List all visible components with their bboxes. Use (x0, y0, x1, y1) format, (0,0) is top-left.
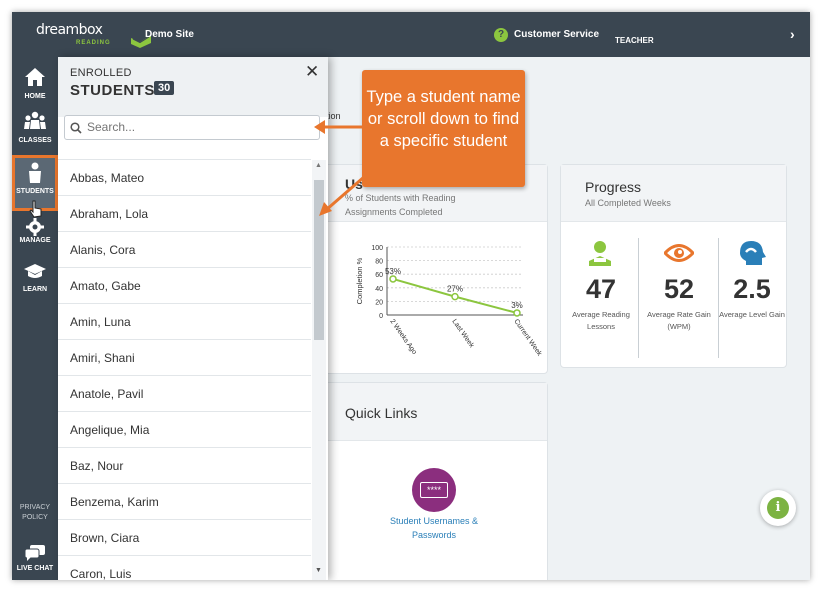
search-input[interactable] (87, 120, 307, 134)
scroll-down-arrow-icon[interactable]: ▼ (315, 567, 322, 574)
app-window: dreambox READING Demo Site ? Customer Se… (12, 12, 810, 580)
student-search[interactable] (64, 115, 320, 140)
stat-label: Average Level Gain (719, 310, 785, 319)
gear-icon (26, 218, 44, 236)
student-usernames-link[interactable]: Student Usernames & Passwords (384, 514, 484, 542)
site-name: Demo Site (145, 29, 194, 40)
student-list-item[interactable]: Brown, Ciara (58, 520, 311, 556)
stat-label: Average Reading Lessons (572, 310, 630, 331)
student-list-item[interactable]: Amiri, Shani (58, 340, 311, 376)
x-tick-label: 2 Weeks Ago (388, 318, 417, 356)
graduation-cap-icon (24, 264, 46, 278)
student-list-item[interactable]: Anatole, Pavil (58, 376, 311, 412)
nav-students-label: STUDENTS (16, 188, 54, 195)
drawer-header: ENROLLED STUDENTS 30 ✕ (58, 57, 328, 117)
y-tick-label: 100 (371, 245, 383, 252)
student-icon (29, 162, 41, 183)
chat-icon[interactable] (24, 544, 46, 562)
y-tick-label: 20 (375, 299, 383, 306)
classes-icon (24, 111, 46, 129)
brand-name: dreambox (36, 22, 103, 38)
data-label: 3% (511, 301, 523, 310)
callout-text: Type a student name or scroll down to fi… (366, 88, 521, 150)
tutorial-callout: Type a student name or scroll down to fi… (362, 70, 525, 187)
students-title: STUDENTS (70, 82, 155, 99)
live-chat-label[interactable]: LIVE CHAT (12, 565, 58, 572)
data-point (389, 275, 397, 283)
student-list-item[interactable]: Baz, Nour (58, 448, 311, 484)
password-icon[interactable]: **** (412, 468, 456, 512)
y-tick-label: 40 (375, 286, 383, 293)
data-point (513, 309, 521, 317)
students-drawer: ENROLLED STUDENTS 30 ✕ Abbas, MateoAbrah… (58, 57, 328, 580)
y-axis-label: Completion % (355, 257, 364, 304)
x-tick-label: Last Week (450, 318, 475, 349)
x-tick-label: Current Week (512, 318, 543, 358)
progress-subtitle: All Completed Weeks (585, 198, 671, 208)
reader-icon (589, 241, 611, 266)
nav-classes[interactable]: CLASSES (12, 107, 58, 151)
callout-arrows (314, 120, 365, 216)
stat-label: Average Rate Gain (WPM) (647, 310, 711, 331)
nav-manage-label: MANAGE (19, 237, 51, 244)
nav-home-label: HOME (24, 93, 46, 100)
data-label: 53% (385, 267, 401, 276)
info-button[interactable]: i (760, 490, 796, 526)
student-list-item[interactable]: Abraham, Lola (58, 196, 311, 232)
user-role[interactable]: TEACHER (615, 36, 654, 45)
usage-line-chart: 0 20 40 60 80 100 Completion % 2 Weeks Ago Last … (355, 245, 543, 358)
brand-sub: READING (76, 40, 111, 46)
stat-reading-lessons: 47 Average Reading Lessons (568, 274, 634, 333)
stat-value: 2.5 (733, 274, 771, 304)
chevron-right-icon[interactable]: › (790, 26, 795, 42)
enrolled-label: ENROLLED (70, 67, 132, 79)
student-list-item[interactable]: Benzema, Karim (58, 484, 311, 520)
privacy-policy-link[interactable]: PRIVACY POLICY (12, 503, 58, 523)
y-tick-label: 60 (375, 272, 383, 279)
search-icon (70, 122, 82, 134)
nav-manage[interactable]: MANAGE (12, 215, 58, 259)
student-list-item[interactable]: Angelique, Mia (58, 412, 311, 448)
head-icon (740, 241, 766, 265)
top-bar: dreambox READING Demo Site ? Customer Se… (12, 12, 810, 57)
nav-classes-label: CLASSES (18, 137, 52, 144)
nav-learn-label: LEARN (22, 286, 48, 293)
stat-value: 47 (585, 274, 617, 304)
student-count-badge: 30 (154, 81, 175, 95)
dreambox-logo[interactable]: dreambox READING (36, 21, 151, 48)
list-top-divider (58, 146, 311, 160)
student-list-item[interactable]: Amin, Luna (58, 304, 311, 340)
eye-icon (664, 244, 694, 262)
y-tick-label: 80 (375, 259, 383, 266)
nav-learn[interactable]: LEARN (12, 259, 58, 303)
divider (638, 238, 639, 358)
stat-rate-gain: 52 Average Rate Gain (WPM) (646, 274, 712, 333)
student-list-item[interactable]: Caron, Luis (58, 556, 311, 580)
quick-links-title: Quick Links (345, 405, 418, 421)
stat-level-gain: 2.5 Average Level Gain (719, 274, 785, 321)
student-list-item[interactable]: Abbas, Mateo (58, 160, 311, 196)
y-tick-label: 0 (379, 313, 383, 320)
student-list-item[interactable]: Amato, Gabe (58, 268, 311, 304)
progress-title: Progress (585, 179, 642, 195)
customer-service-link[interactable]: Customer Service (514, 29, 599, 40)
data-point (451, 292, 459, 301)
student-list-item[interactable]: Alanis, Cora (58, 232, 311, 268)
stat-value: 52 (663, 274, 695, 304)
password-field-glyph: **** (420, 482, 448, 498)
help-icon[interactable]: ? (494, 28, 508, 42)
data-label: 27% (447, 285, 463, 294)
home-icon (25, 68, 45, 86)
nav-home[interactable]: HOME (12, 63, 58, 107)
left-nav: HOME CLASSES STUDENTS MANAGE LEARN PRIVA… (12, 57, 58, 580)
close-icon[interactable]: ✕ (305, 62, 319, 82)
info-icon: i (767, 497, 789, 519)
student-list: Abbas, Mateo Abraham, Lola Alanis, Cora Ama… (58, 160, 311, 580)
